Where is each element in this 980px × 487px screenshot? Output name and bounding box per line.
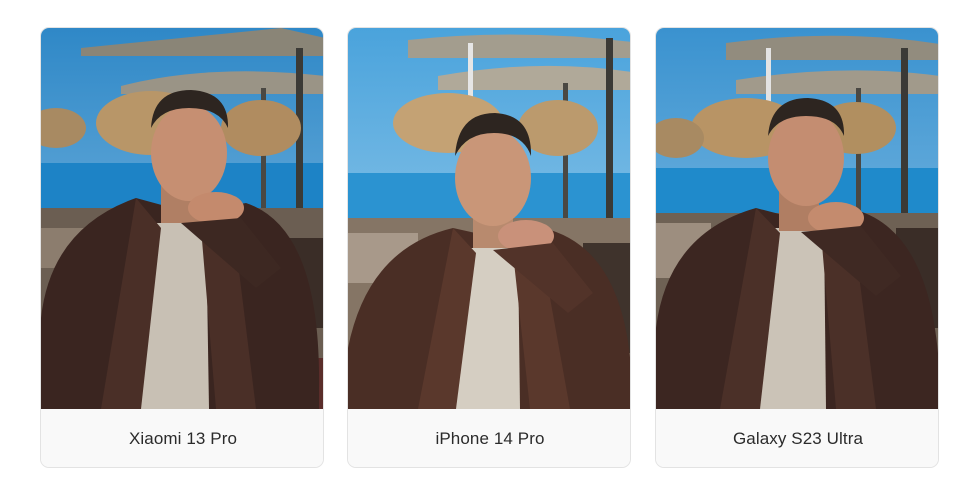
phone-model-label: iPhone 14 Pro xyxy=(348,409,630,467)
phone-model-label: Xiaomi 13 Pro xyxy=(41,409,323,467)
comparison-card-iphone: iPhone 14 Pro xyxy=(347,27,631,468)
comparison-card-galaxy: Galaxy S23 Ultra xyxy=(655,27,939,468)
comparison-card-xiaomi: Xiaomi 13 Pro xyxy=(40,27,324,468)
camera-comparison-gallery: Xiaomi 13 Pro iPhone 14 Pro Galaxy S23 U… xyxy=(0,0,980,487)
phone-model-label: Galaxy S23 Ultra xyxy=(656,409,938,467)
portrait-photo xyxy=(656,28,938,409)
portrait-photo xyxy=(348,28,630,409)
portrait-photo xyxy=(41,28,323,409)
